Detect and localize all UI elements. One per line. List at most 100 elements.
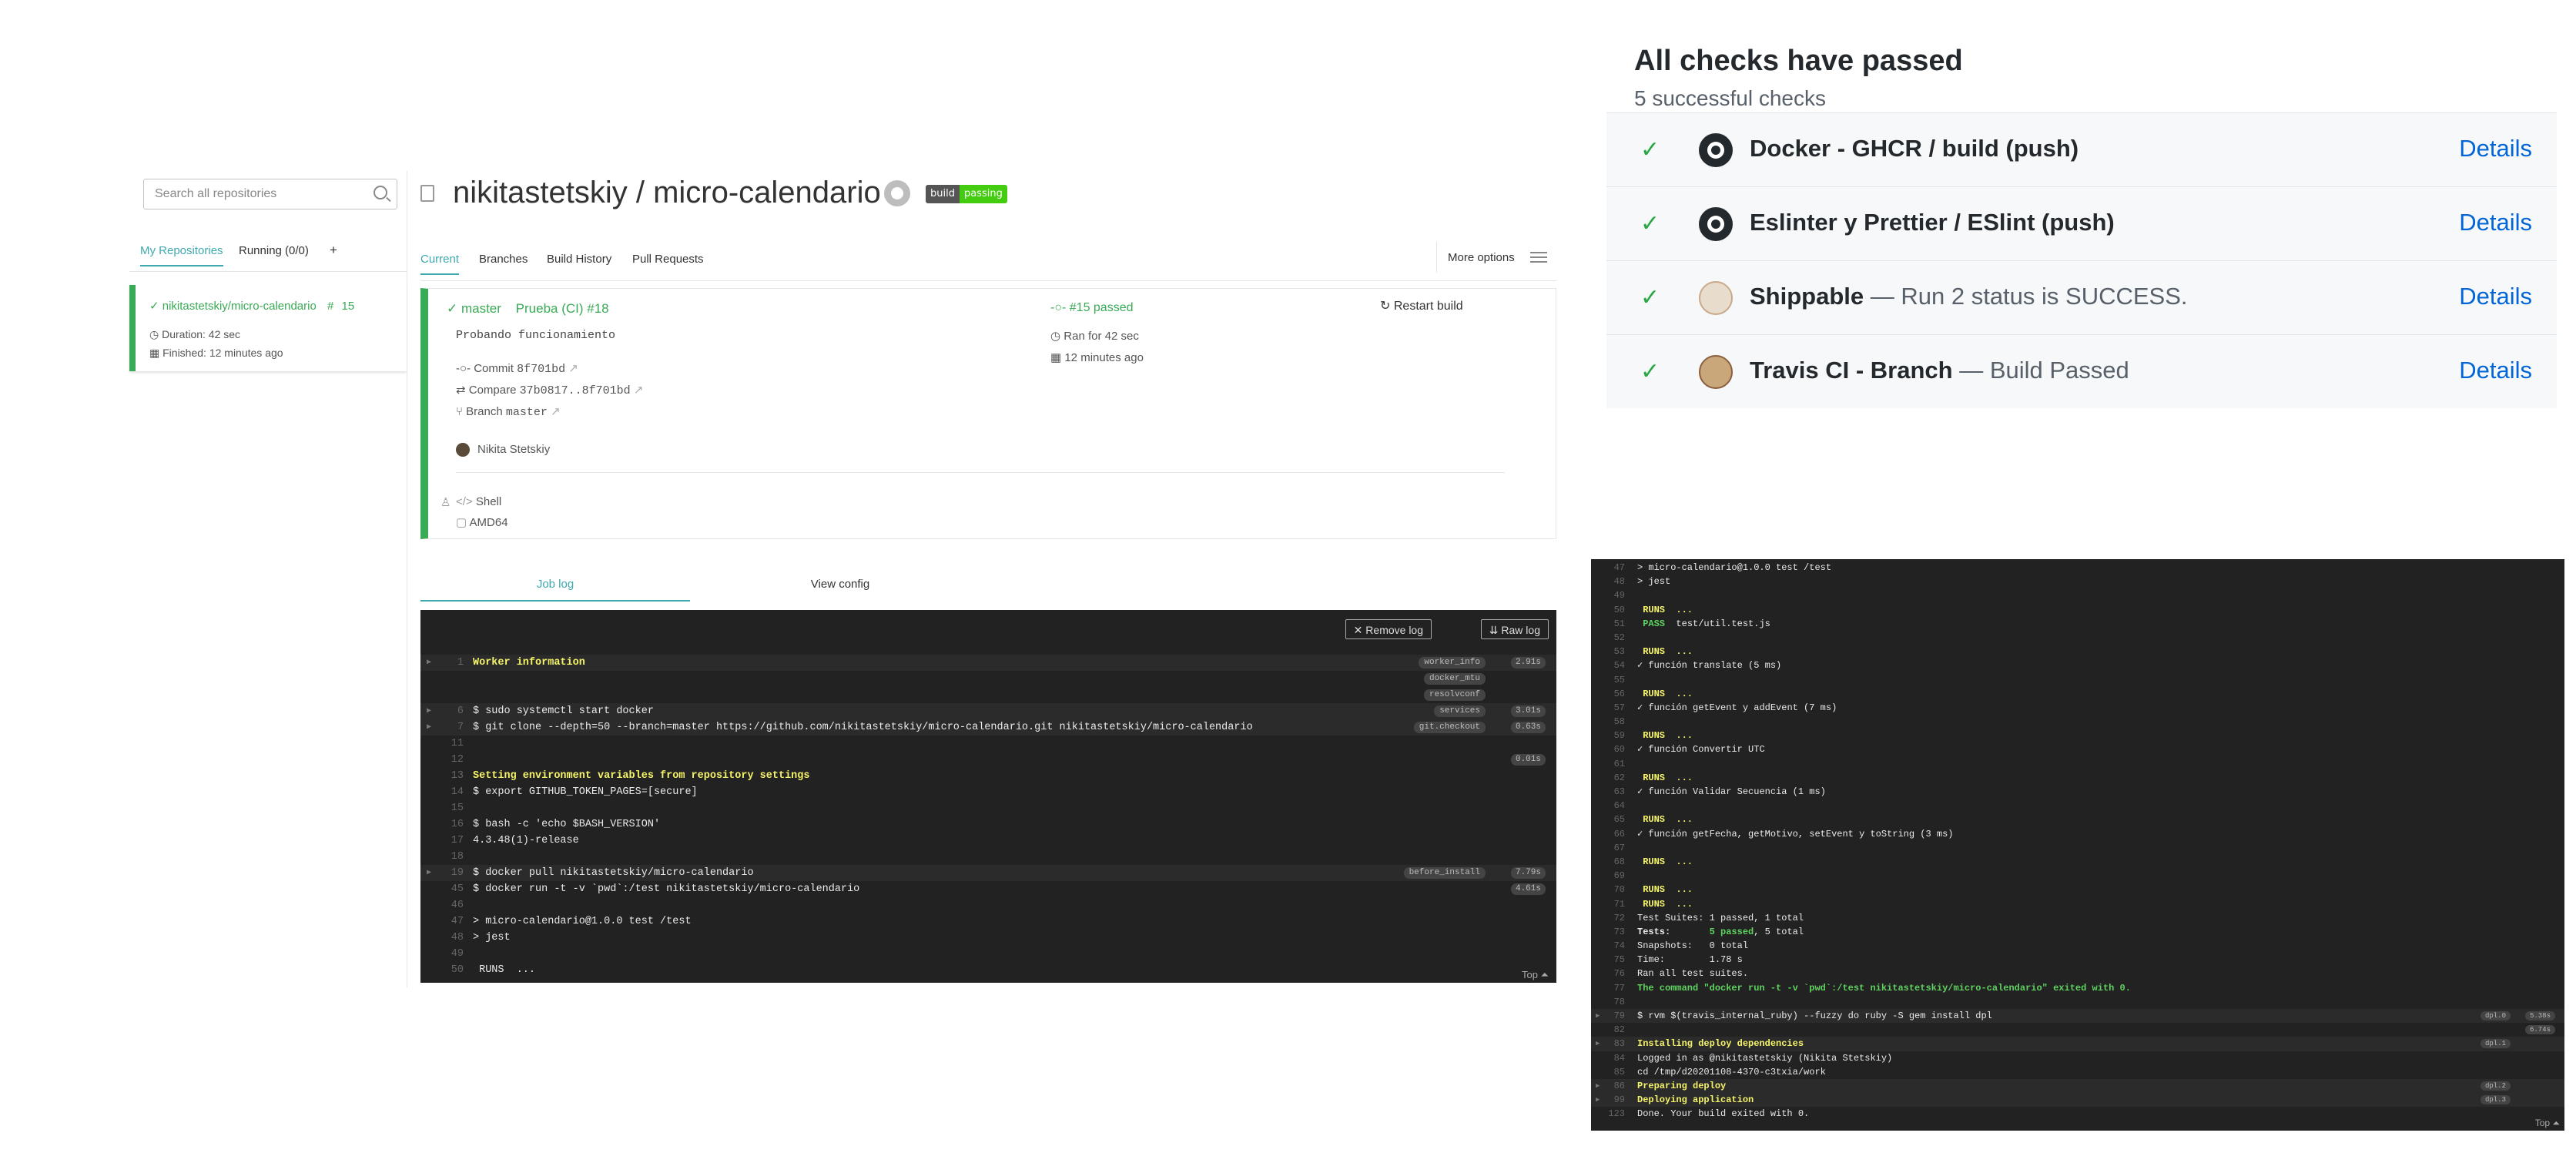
- fold-arrow-icon[interactable]: ▶: [427, 703, 431, 719]
- restart-build-button[interactable]: ↻ Restart build: [1380, 298, 1496, 321]
- fold-arrow-icon[interactable]: ▶: [1596, 1009, 1600, 1023]
- fold-arrow-icon[interactable]: ▶: [427, 655, 431, 671]
- branch-name[interactable]: master: [461, 301, 501, 316]
- log-line[interactable]: ▶ 86 Preparing deploy dpl.2: [1591, 1078, 2564, 1094]
- line-number[interactable]: 83: [1602, 1037, 1625, 1051]
- line-number[interactable]: 67: [1602, 841, 1625, 855]
- tab-build-history[interactable]: Build History: [547, 253, 611, 266]
- tab-branches[interactable]: Branches: [479, 253, 528, 266]
- log-line[interactable]: ▶ 83 Installing deploy dependencies dpl.1: [1591, 1037, 2564, 1051]
- line-number[interactable]: 13: [436, 768, 464, 784]
- line-number[interactable]: 45: [436, 881, 464, 897]
- repo-name[interactable]: nikitastetskiy/micro-calendario: [162, 300, 317, 313]
- line-number[interactable]: 18: [436, 849, 464, 865]
- line-number[interactable]: 12: [436, 752, 464, 768]
- line-number[interactable]: 78: [1602, 995, 1625, 1009]
- line-number[interactable]: 86: [1602, 1079, 1625, 1093]
- line-number[interactable]: 71: [1602, 897, 1625, 911]
- line-number[interactable]: 50: [436, 962, 464, 978]
- tab-running[interactable]: Running (0/0): [239, 244, 309, 257]
- line-number[interactable]: 61: [1602, 757, 1625, 771]
- fold-arrow-icon[interactable]: ▶: [427, 719, 431, 736]
- log-line[interactable]: ▶ 1 Worker information worker_info 2.91s: [420, 655, 1556, 671]
- tab-job-log[interactable]: Job log: [420, 578, 690, 602]
- fold-arrow-icon[interactable]: ▶: [427, 865, 431, 881]
- line-number[interactable]: 76: [1602, 967, 1625, 980]
- line-number[interactable]: 74: [1602, 939, 1625, 953]
- line-number[interactable]: 66: [1602, 827, 1625, 841]
- line-number[interactable]: 73: [1602, 925, 1625, 939]
- line-number[interactable]: 54: [1602, 659, 1625, 672]
- tab-my-repositories[interactable]: My Repositories: [140, 244, 223, 266]
- tab-current[interactable]: Current: [420, 253, 460, 275]
- fold-arrow-icon[interactable]: ▶: [1596, 1093, 1600, 1107]
- line-number[interactable]: 60: [1602, 742, 1625, 756]
- line-number[interactable]: 72: [1602, 911, 1625, 925]
- line-number[interactable]: 14: [436, 784, 464, 800]
- line-number[interactable]: 69: [1602, 869, 1625, 883]
- line-number[interactable]: 64: [1602, 799, 1625, 813]
- github-icon[interactable]: [884, 180, 910, 206]
- branch-link[interactable]: ⑂ Branch master ↗: [456, 404, 561, 419]
- log-line[interactable]: ▶ 19 $ docker pull nikitastetskiy/micro-ca…: [420, 865, 1556, 881]
- fold-arrow-icon[interactable]: ▶: [1596, 1037, 1600, 1051]
- line-number[interactable]: 58: [1602, 715, 1625, 729]
- line-number[interactable]: 49: [436, 946, 464, 962]
- line-number[interactable]: 52: [1602, 631, 1625, 645]
- line-number[interactable]: 65: [1602, 813, 1625, 826]
- details-link[interactable]: Details: [2459, 283, 2532, 310]
- line-number[interactable]: 51: [1602, 617, 1625, 631]
- build-status-badge[interactable]: build passing: [926, 185, 1007, 203]
- line-number[interactable]: 6: [436, 703, 464, 719]
- line-number[interactable]: 55: [1602, 673, 1625, 687]
- line-number[interactable]: 15: [436, 800, 464, 816]
- line-number[interactable]: 77: [1602, 981, 1625, 995]
- remove-log-button[interactable]: ✕ Remove log: [1345, 619, 1432, 639]
- line-number[interactable]: 17: [436, 833, 464, 849]
- line-number[interactable]: 46: [436, 897, 464, 913]
- workflow-name[interactable]: Prueba (CI) #18: [516, 301, 609, 316]
- repo-card[interactable]: ✓ nikitastetskiy/micro-calendario # 15 ◷…: [129, 285, 407, 371]
- compare-link[interactable]: ⇄ Compare 37b0817..8f701bd ↗: [456, 383, 643, 397]
- scroll-top-link[interactable]: Top ⏶: [1522, 969, 1549, 981]
- line-number[interactable]: 48: [1602, 575, 1625, 588]
- line-number[interactable]: 48: [436, 930, 464, 946]
- commit-link[interactable]: -○- Commit 8f701bd ↗: [456, 361, 578, 376]
- log-line[interactable]: ▶ 7 $ git clone --depth=50 --branch=master…: [420, 719, 1556, 736]
- line-number[interactable]: 11: [436, 736, 464, 752]
- line-number[interactable]: 47: [436, 913, 464, 930]
- line-number[interactable]: 56: [1602, 687, 1625, 701]
- job-status[interactable]: -○- #15 passed: [1050, 301, 1134, 315]
- details-link[interactable]: Details: [2459, 357, 2532, 384]
- line-number[interactable]: 75: [1602, 953, 1625, 967]
- line-number[interactable]: 62: [1602, 771, 1625, 785]
- tab-view-config[interactable]: View config: [705, 578, 975, 591]
- log-line[interactable]: ▶ 99 Deploying application dpl.3: [1591, 1093, 2564, 1108]
- line-number[interactable]: 79: [1602, 1009, 1625, 1023]
- line-number[interactable]: 123: [1602, 1107, 1625, 1121]
- line-number[interactable]: 19: [436, 865, 464, 881]
- line-number[interactable]: 57: [1602, 701, 1625, 715]
- line-number[interactable]: 85: [1602, 1065, 1625, 1079]
- details-link[interactable]: Details: [2459, 209, 2532, 236]
- line-number[interactable]: 82: [1602, 1023, 1625, 1037]
- tab-pull-requests[interactable]: Pull Requests: [632, 253, 704, 266]
- search-input[interactable]: Search all repositories: [143, 179, 397, 209]
- details-link[interactable]: Details: [2459, 135, 2532, 163]
- line-number[interactable]: 59: [1602, 729, 1625, 742]
- log-line[interactable]: ▶ 79 $ rvm $(travis_internal_ruby) --fuzzy…: [1591, 1009, 2564, 1024]
- line-number[interactable]: 1: [436, 655, 464, 671]
- line-number[interactable]: 50: [1602, 603, 1625, 617]
- line-number[interactable]: 16: [436, 816, 464, 833]
- add-repo-button[interactable]: +: [330, 243, 337, 258]
- scroll-top-link[interactable]: Top ⏶: [2535, 1118, 2560, 1129]
- line-number[interactable]: 63: [1602, 785, 1625, 799]
- line-number[interactable]: 49: [1602, 588, 1625, 602]
- line-number[interactable]: 47: [1602, 561, 1625, 575]
- line-number[interactable]: 84: [1602, 1051, 1625, 1065]
- fold-arrow-icon[interactable]: ▶: [1596, 1079, 1600, 1093]
- search-icon[interactable]: [374, 186, 387, 199]
- line-number[interactable]: 99: [1602, 1093, 1625, 1107]
- line-number[interactable]: 53: [1602, 645, 1625, 659]
- raw-log-button[interactable]: ⇊ Raw log: [1480, 619, 1549, 639]
